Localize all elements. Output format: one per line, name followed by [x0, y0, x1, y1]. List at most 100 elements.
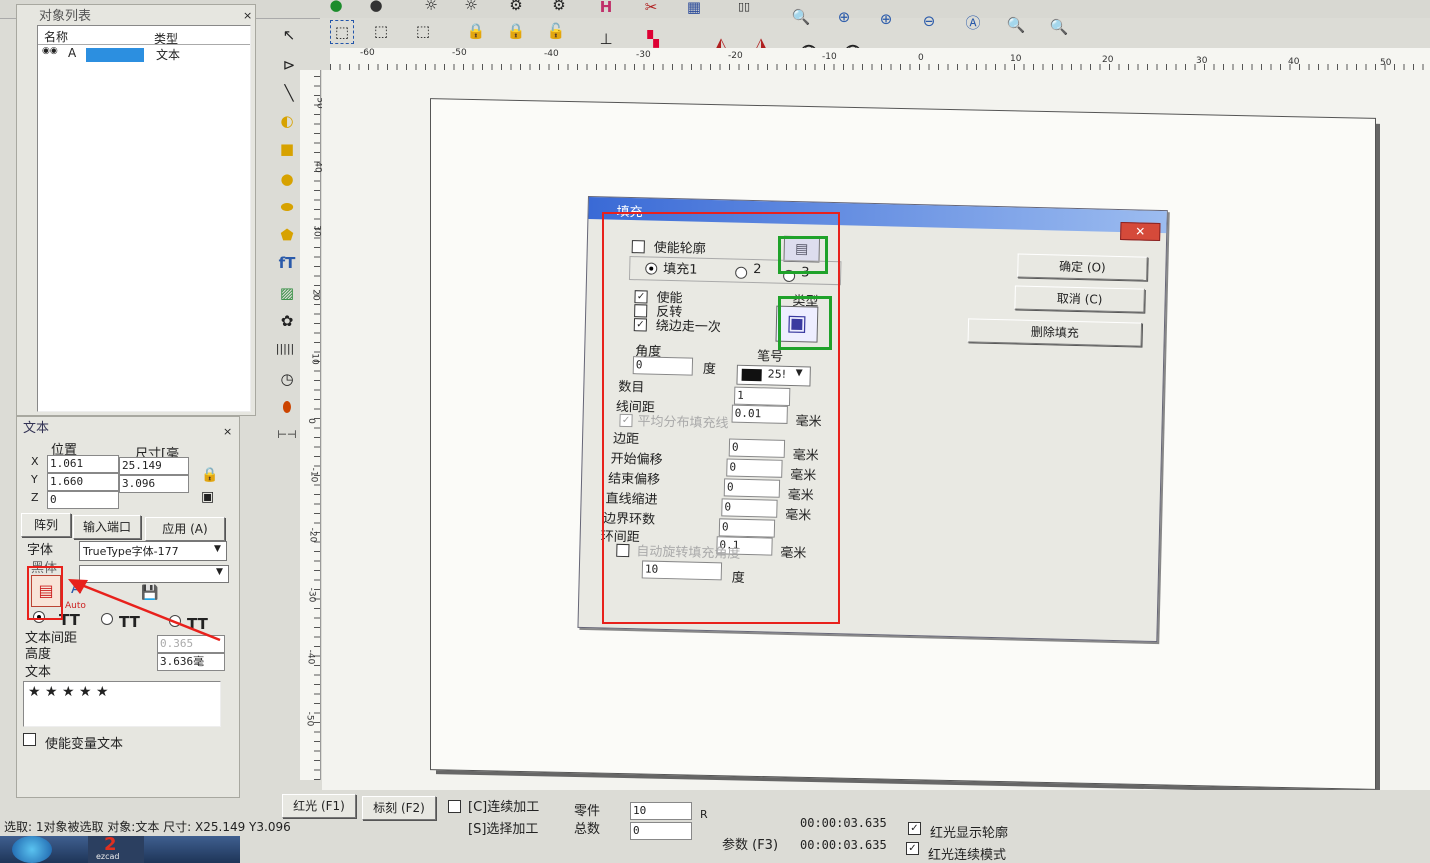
- lock-icon[interactable]: 🔒: [465, 20, 487, 42]
- ruler-v-label: 0: [305, 418, 316, 424]
- dark-circle-icon[interactable]: ●: [365, 0, 387, 16]
- text-content-input[interactable]: ★ ★ ★ ★ ★: [23, 681, 221, 727]
- red-arrow-annotation: [68, 579, 221, 642]
- zoom-in-icon[interactable]: ⊕: [833, 6, 855, 28]
- height-input[interactable]: 3.636毫: [157, 653, 225, 671]
- green-circle-icon[interactable]: ●: [325, 0, 347, 16]
- ruler-v-label: 10: [309, 353, 320, 365]
- col-name-header[interactable]: 名称: [44, 28, 68, 45]
- reset-label[interactable]: R: [700, 808, 708, 821]
- anchor-grid-icon[interactable]: ▣: [201, 489, 214, 505]
- table-row[interactable]: ◉◉ A 文本: [38, 46, 250, 62]
- array-button[interactable]: 阵列: [21, 513, 71, 537]
- variable-text-checkbox[interactable]: [23, 733, 36, 746]
- arrow-select-icon[interactable]: ↖: [278, 24, 300, 46]
- unlock-icon[interactable]: 🔓: [545, 20, 567, 42]
- zoom-plus-icon[interactable]: ⊕: [875, 8, 897, 30]
- chevron-down-icon[interactable]: ▼: [214, 544, 221, 554]
- ok-button[interactable]: 确定 (O): [1017, 253, 1148, 281]
- gear-icon[interactable]: ⚙: [505, 0, 527, 16]
- node-edit-icon[interactable]: ⊳: [278, 54, 300, 76]
- param-button[interactable]: 参数 (F3): [722, 834, 778, 853]
- arrow-shaft: [73, 580, 221, 642]
- z-position-input[interactable]: 0: [47, 491, 119, 509]
- circle-icon[interactable]: ●: [276, 168, 298, 190]
- select-move-icon[interactable]: ⬚: [370, 20, 392, 42]
- lock-ratio-icon[interactable]: 🔒: [201, 467, 218, 483]
- traffic-light-icon[interactable]: ⬮: [276, 396, 298, 418]
- text-icon[interactable]: fT: [276, 252, 298, 274]
- lock2-icon[interactable]: 🔒: [505, 20, 527, 42]
- text-panel-close-icon[interactable]: ×: [223, 425, 232, 438]
- font-select[interactable]: TrueType字体-177 ▼: [79, 541, 227, 561]
- ruler-v-label: -20: [307, 527, 318, 543]
- barcode-tool-icon[interactable]: |||||: [274, 338, 296, 360]
- time-display-1: 00:00:03.635: [800, 816, 887, 830]
- show-outline-label: 红光显示轮廓: [930, 826, 1009, 841]
- input-port-button[interactable]: 输入端口: [73, 515, 141, 539]
- continuous-checkbox[interactable]: [448, 800, 461, 813]
- font-select-value: TrueType字体-177: [83, 545, 179, 558]
- image-icon[interactable]: ▨: [276, 282, 298, 304]
- zoom-fit-icon[interactable]: 🔍: [1005, 14, 1027, 36]
- vector-icon[interactable]: ✿: [276, 310, 298, 332]
- sun2-icon[interactable]: ☼: [460, 0, 482, 16]
- x-size-input[interactable]: 25.149: [119, 457, 189, 475]
- clock-icon[interactable]: ◷: [276, 368, 298, 390]
- mark-button[interactable]: 标刻 (F2): [362, 796, 436, 820]
- curve-icon[interactable]: ◐: [276, 110, 298, 132]
- parts-input[interactable]: 10: [630, 802, 692, 820]
- select-process-label: [S]选择加工: [468, 822, 539, 837]
- tools-icon[interactable]: ✂: [640, 0, 662, 18]
- taskbar-app-icon[interactable]: 2 ezcad: [88, 834, 144, 863]
- red-continuous-checkbox[interactable]: ✓: [906, 842, 919, 855]
- rectangle-icon[interactable]: ■: [276, 138, 298, 160]
- text-panel-title: 文本: [23, 421, 50, 436]
- select-box-icon[interactable]: ⬚: [330, 20, 354, 44]
- total-input[interactable]: 0: [630, 822, 692, 840]
- ellipse-icon[interactable]: ⬬: [276, 196, 298, 218]
- font-label: 字体: [27, 543, 54, 558]
- y-position-input[interactable]: 1.660: [47, 473, 119, 491]
- align-icon[interactable]: ⊥: [595, 28, 617, 50]
- start-button[interactable]: [12, 836, 52, 863]
- color-layer-icon[interactable]: ▚: [642, 28, 664, 50]
- delete-fill-button[interactable]: 删除填充: [967, 318, 1143, 347]
- grid-icon[interactable]: ▦: [683, 0, 705, 18]
- barcode-icon[interactable]: ▯▯: [733, 0, 755, 18]
- red-light-button[interactable]: 红光 (F1): [282, 794, 356, 818]
- ruler-h-label: -20: [728, 51, 743, 61]
- line-icon[interactable]: ╲: [278, 82, 300, 104]
- zoom-icon[interactable]: 🔍: [790, 6, 812, 28]
- zoom-select-icon[interactable]: 🔍: [1048, 16, 1070, 38]
- text-content-value: ★ ★ ★ ★ ★: [28, 684, 109, 700]
- apply-button[interactable]: 应用 (A): [145, 517, 225, 541]
- ruler-h-label: 30: [1196, 56, 1208, 66]
- y-size-input[interactable]: 3.096: [119, 475, 189, 493]
- x-label: X: [31, 455, 39, 468]
- select-all-icon[interactable]: ⬚: [412, 20, 434, 42]
- vertical-ruler: 50 40 30 20 10 0 -10 -20 -30 -40 -50: [300, 70, 325, 780]
- gear2-icon[interactable]: ⚙: [548, 0, 570, 16]
- ruler-h-label: -50: [452, 48, 467, 58]
- object-list-panel: 对象列表 × 名称 类型 ◉◉ A 文本: [16, 4, 256, 416]
- x-position-input[interactable]: 1.061: [47, 455, 119, 473]
- zoom-out-icon[interactable]: ⊖: [918, 10, 940, 32]
- sun-icon[interactable]: ☼: [420, 0, 442, 16]
- cancel-button[interactable]: 取消 (C): [1014, 285, 1145, 313]
- ruler-v-label: -50: [304, 711, 315, 727]
- dialog-close-button[interactable]: ✕: [1120, 222, 1161, 241]
- h-icon[interactable]: H: [595, 0, 617, 18]
- show-outline-checkbox[interactable]: ✓: [908, 822, 921, 835]
- draw-toolbar: ↖ ⊳ ╲ ◐ ■ ● ⬬ ⬟ fT ▨ ✿ ||||| ◷ ⬮ ⊢⊣: [262, 20, 302, 450]
- taskbar-app-label: ezcad: [96, 852, 120, 861]
- zoom-all-icon[interactable]: Ⓐ: [962, 12, 984, 34]
- io-icon[interactable]: ⊢⊣: [276, 424, 298, 446]
- ruler-h-label: 40: [1288, 57, 1300, 67]
- polygon-icon[interactable]: ⬟: [276, 224, 298, 246]
- parts-label: 零件: [574, 804, 601, 819]
- object-list-close-icon[interactable]: ×: [243, 9, 252, 22]
- eye-icon: ◉◉: [42, 46, 58, 56]
- ruler-h-label: 20: [1102, 55, 1114, 65]
- ruler-v-label: -40: [305, 649, 316, 665]
